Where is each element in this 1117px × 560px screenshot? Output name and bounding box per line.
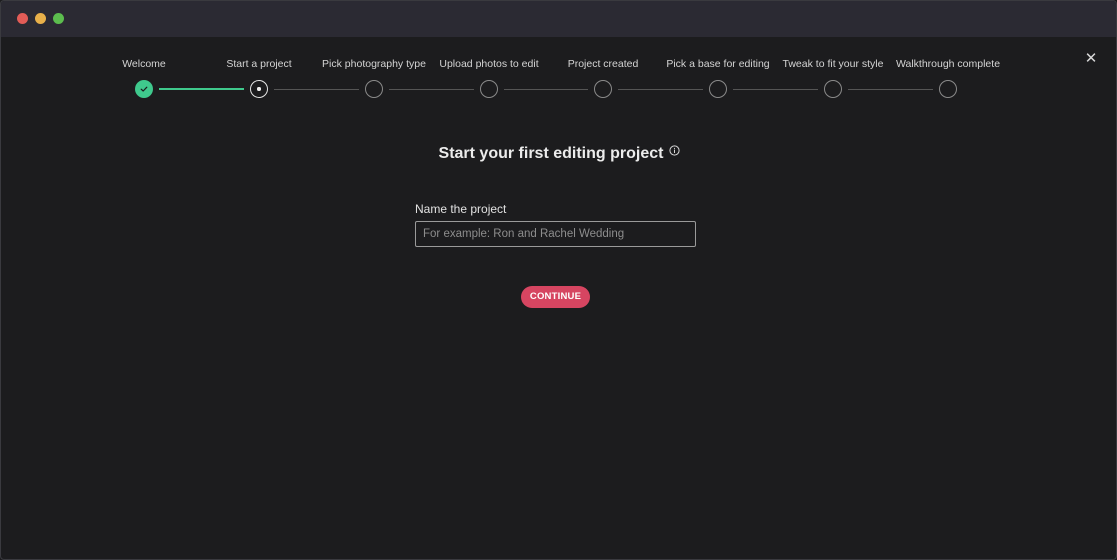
title-bar xyxy=(1,1,1116,37)
step-connector xyxy=(159,88,244,90)
app-window: ✕ Welcome Start a project Pick photograp… xyxy=(0,0,1117,560)
step-label-walkthrough-complete: Walkthrough complete xyxy=(895,58,1001,70)
step-circle-todo xyxy=(365,80,383,98)
step-circle-todo xyxy=(480,80,498,98)
step-connector xyxy=(389,88,474,90)
step-connector xyxy=(733,88,818,90)
step-circle-todo xyxy=(939,80,957,98)
step-circle-todo xyxy=(709,80,727,98)
project-name-input[interactable] xyxy=(415,221,696,247)
step-circle-done xyxy=(135,80,153,98)
project-name-label: Name the project xyxy=(415,202,507,216)
window-minimize-dot[interactable] xyxy=(35,13,46,24)
info-icon[interactable] xyxy=(669,143,681,161)
check-icon xyxy=(140,86,148,92)
step-connector xyxy=(848,88,933,90)
page-title: Start your first editing project xyxy=(1,143,1116,163)
continue-button[interactable]: CONTINUE xyxy=(521,286,590,308)
step-connector xyxy=(618,88,703,90)
close-icon[interactable]: ✕ xyxy=(1082,50,1100,68)
step-connector xyxy=(504,88,588,90)
step-circle-todo xyxy=(824,80,842,98)
step-connector xyxy=(274,88,359,90)
step-circle-current xyxy=(250,80,268,98)
page-title-text: Start your first editing project xyxy=(438,145,664,162)
current-step-dot xyxy=(257,87,261,91)
window-maximize-dot[interactable] xyxy=(53,13,64,24)
step-circle-todo xyxy=(594,80,612,98)
window-close-dot[interactable] xyxy=(17,13,28,24)
